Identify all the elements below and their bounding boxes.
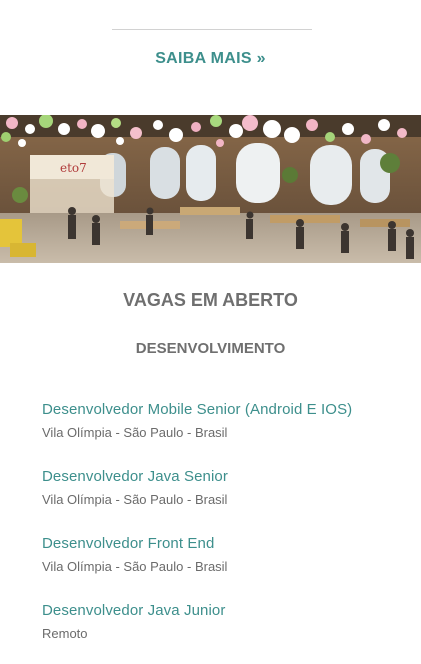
top-divider [112, 29, 312, 30]
job-title-link[interactable]: Desenvolvedor Mobile Senior (Android E I… [42, 401, 352, 419]
job-location: Remoto [42, 626, 88, 641]
job-location: Vila Olímpia - São Paulo - Brasil [42, 492, 228, 507]
office-event-photo: eto7 [0, 115, 421, 263]
category-heading: DESENVOLVIMENTO [135, 340, 286, 357]
svg-text:eto7: eto7 [60, 161, 87, 175]
job-location: Vila Olímpia - São Paulo - Brasil [42, 425, 228, 440]
job-listing: Desenvolvedor Front End Vila Olímpia - S… [42, 535, 227, 575]
job-title-link[interactable]: Desenvolvedor Java Junior [42, 602, 225, 620]
job-listing: Desenvolvedor Java Senior Vila Olímpia -… [42, 468, 228, 508]
job-title-link[interactable]: Desenvolvedor Java Senior [42, 468, 228, 486]
job-location: Vila Olímpia - São Paulo - Brasil [42, 559, 228, 574]
open-positions-heading: VAGAS EM ABERTO [123, 290, 298, 310]
job-listing: Desenvolvedor Mobile Senior (Android E I… [42, 401, 352, 441]
saiba-mais-link[interactable]: SAIBA MAIS » [0, 50, 421, 68]
job-title-link[interactable]: Desenvolvedor Front End [42, 535, 227, 553]
job-listing: Desenvolvedor Java Junior Remoto [42, 602, 225, 642]
